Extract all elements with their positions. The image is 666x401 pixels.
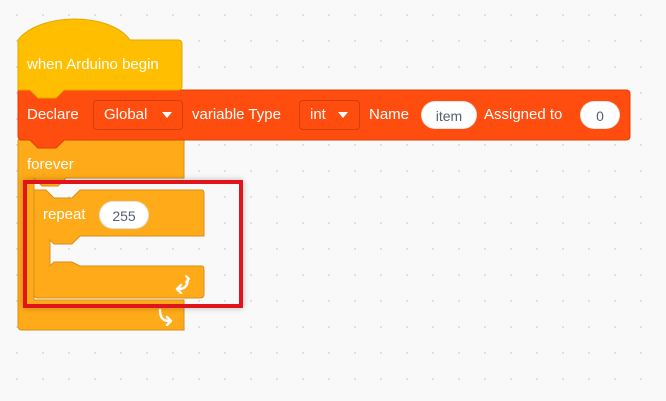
assigned-to-label: Assigned to [484, 106, 563, 123]
type-dropdown[interactable]: int [299, 100, 360, 130]
forever-label: forever [27, 156, 74, 173]
hat-block-label: when Arduino begin [27, 56, 159, 73]
assigned-value-input[interactable]: 0 [580, 101, 620, 129]
declare-label: Declare [27, 106, 79, 123]
name-label: Name [369, 106, 410, 123]
chevron-down-icon [162, 112, 172, 118]
scope-dropdown-value: Global [104, 106, 148, 123]
chevron-down-icon [338, 112, 348, 118]
loop-arrow-icon [158, 308, 173, 326]
type-dropdown-value: int [310, 106, 326, 123]
variable-name-input[interactable]: item [421, 101, 477, 129]
variable-type-label: variable Type [192, 106, 281, 123]
code-workspace[interactable]: when Arduino begin Declare Global variab… [0, 0, 666, 401]
scope-dropdown[interactable]: Global [93, 100, 183, 130]
highlight-box [23, 180, 243, 308]
